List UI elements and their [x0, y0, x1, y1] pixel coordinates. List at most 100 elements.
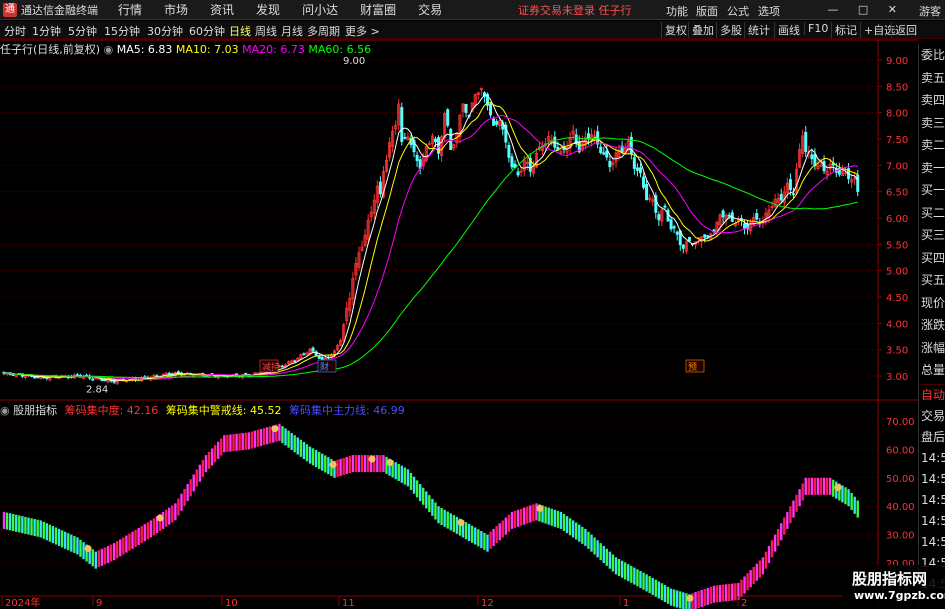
indicator-bar	[776, 528, 780, 546]
indicator-bar	[437, 506, 440, 524]
sidebar-quote-item[interactable]: 卖五	[919, 67, 945, 90]
sidebar-indicator-item[interactable]: 14:56	[919, 532, 945, 553]
indicator-bar	[324, 455, 327, 473]
sidebar-quote-item[interactable]: 买五	[919, 269, 945, 292]
event-marker-label: 财	[320, 361, 329, 373]
sidebar-quote-item[interactable]: 卖二	[919, 134, 945, 157]
indicator-bar	[822, 477, 826, 495]
indicator-bar	[376, 455, 379, 473]
candle-body	[510, 156, 514, 168]
candle-body	[415, 154, 419, 161]
candle-body	[400, 107, 404, 142]
indicator-bar	[795, 494, 798, 512]
indicator-bar	[15, 514, 18, 532]
indicator-bar	[336, 459, 339, 477]
sidebar-indicator-item[interactable]: 自动	[919, 385, 945, 406]
indicator-axis-label: 50.00	[886, 474, 915, 485]
candle-body	[464, 103, 468, 113]
candlestick-series[interactable]	[2, 87, 860, 386]
signal-marker-icon	[156, 514, 164, 522]
indicator-bar	[57, 528, 61, 546]
sidebar-indicator-item[interactable]: 14:56	[919, 490, 945, 511]
stock-chart[interactable]: 9.00 8.50 8.00 7.50 7.00 6.50 6.00 5.50 5.00 4.50…	[0, 0, 945, 609]
indicator-bar	[116, 541, 119, 559]
candle-body	[703, 234, 707, 238]
indicator-bar	[192, 474, 195, 492]
indicator-bar	[327, 457, 330, 475]
candle-body	[687, 237, 691, 242]
candle-body	[804, 131, 808, 152]
indicator-axis-label: 60.00	[886, 445, 915, 456]
sidebar-quote-item[interactable]: 买四	[919, 247, 945, 270]
signal-marker-icon	[329, 461, 337, 469]
sidebar-quote-item[interactable]: 涨跌	[919, 314, 945, 337]
indicator-bar	[149, 520, 153, 538]
indicator-bar	[241, 433, 244, 451]
indicator-bar	[235, 433, 238, 451]
indicator-bar	[122, 537, 125, 555]
indicator-bar	[614, 557, 618, 575]
sidebar-quote-item[interactable]: 买一	[919, 179, 945, 202]
indicator-bar	[253, 430, 257, 448]
indicator-bar	[767, 545, 771, 563]
signal-marker-icon	[536, 504, 544, 512]
sidebar-quote-item[interactable]: 卖三	[919, 112, 945, 135]
candle-body	[605, 150, 609, 158]
candle-body	[632, 157, 636, 169]
indicator-bar	[247, 432, 250, 450]
sidebar-quote-item[interactable]: 涨幅	[919, 337, 945, 360]
sidebar-indicator-item[interactable]: 盘后	[919, 427, 945, 448]
indicator-axis-label: 70.00	[886, 417, 915, 428]
indicator-bar	[804, 477, 807, 495]
indicator-bar	[2, 511, 6, 529]
sidebar-indicator-item[interactable]: 14:56	[919, 469, 945, 490]
indicator-bar	[30, 518, 33, 536]
sidebar-indicator-item[interactable]: 交易	[919, 406, 945, 427]
candle-body	[492, 118, 496, 126]
indicator-bar	[36, 519, 39, 537]
indicator-bar	[342, 457, 345, 475]
indicator-bar	[495, 526, 498, 544]
sidebar-indicator-item[interactable]: 14:56	[919, 511, 945, 532]
indicator-bar	[550, 508, 553, 526]
sidebar-quote-item[interactable]: 卖一	[919, 157, 945, 180]
indicator-bar	[79, 539, 82, 557]
indicator-bar	[434, 502, 437, 520]
ma5-line	[3, 94, 859, 382]
indicator-bar	[593, 537, 596, 555]
moving-average-lines	[3, 94, 859, 382]
signal-marker-icon	[834, 483, 842, 491]
indicator-bar	[24, 516, 27, 534]
indicator-bar	[250, 431, 254, 449]
sidebar-quote-item[interactable]: 委比	[919, 44, 945, 67]
indicator-bar	[204, 455, 208, 473]
indicator-bar	[706, 587, 709, 605]
indicator-bar	[302, 442, 306, 460]
signal-marker-icon	[386, 459, 394, 467]
indicator-bar	[575, 522, 578, 540]
indicator-bar	[418, 484, 422, 502]
sidebar-quote-item[interactable]: 买二	[919, 202, 945, 225]
indicator-bar	[287, 430, 290, 448]
sidebar-quote-item[interactable]: 买三	[919, 224, 945, 247]
indicator-bar	[394, 462, 397, 480]
sidebar-indicator-item[interactable]: 14:56	[919, 448, 945, 469]
indicator-bar	[299, 439, 303, 457]
ma20-line	[3, 114, 858, 380]
sidebar-quote-item[interactable]: 卖四	[919, 89, 945, 112]
indicator-bar	[140, 526, 143, 544]
indicator-bar	[492, 528, 495, 546]
price-axis-label: 6.00	[886, 214, 908, 225]
indicator-bar	[415, 480, 419, 498]
indicator-bar	[676, 590, 679, 608]
sidebar-quote-item[interactable]: 现价	[919, 292, 945, 315]
sidebar-quote-item[interactable]: 总量	[919, 359, 945, 382]
date-axis-label: 2024年	[5, 596, 40, 609]
indicator-bar	[180, 493, 183, 511]
candle-body	[681, 244, 685, 249]
price-axis-label: 7.50	[886, 135, 908, 146]
indicator-bar	[226, 434, 229, 452]
candle-body	[657, 214, 661, 221]
indicator-bar	[712, 585, 716, 603]
indicator-bar	[611, 554, 615, 572]
